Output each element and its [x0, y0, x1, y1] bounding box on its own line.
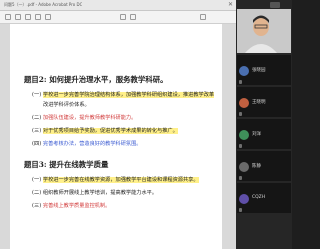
- home-icon[interactable]: [5, 14, 11, 20]
- close-icon[interactable]: ✕: [228, 1, 233, 8]
- participant-tile[interactable]: CQZH: [237, 183, 291, 213]
- list-item: 改进学科评价体系。: [43, 102, 90, 108]
- participant-tile[interactable]: 陈静: [237, 151, 291, 181]
- avatar: [239, 194, 249, 204]
- participant-name: 刘洋: [252, 132, 261, 137]
- mic-icon: [239, 112, 242, 116]
- avatar: [239, 98, 249, 108]
- camera-feed-tile[interactable]: [237, 9, 291, 53]
- search-icon[interactable]: [45, 14, 51, 20]
- mic-icon: [239, 80, 242, 84]
- zoom-icon[interactable]: [200, 14, 206, 20]
- shared-document-window: 问题5（一）.pdf - Adobe Acrobat Pro DC ✕ 题目2:…: [0, 0, 236, 249]
- pdf-window-title: 问题5（一）.pdf - Adobe Acrobat Pro DC: [4, 2, 83, 7]
- list-item: (一) 学校进一步完善学院治理结构体系，加强教学科研组织建设，推进教学改革: [32, 92, 215, 98]
- list-item: (二) 加强队伍建设，提升教师教学科研能力。: [32, 115, 137, 121]
- avatar: [239, 162, 249, 172]
- list-item: (三) 完善线上教学质量监控机制。: [32, 203, 111, 209]
- pdf-page: 题目2: 如何提升治理水平，服务教学科研。 (一) 学校进一步完善学院治理结构体…: [10, 24, 222, 249]
- camera-switch-icon[interactable]: [270, 2, 280, 8]
- list-item: (一) 学校进一步完善在线教学资源，加强教学平台建设和课程资源共享。: [32, 177, 199, 183]
- print-icon[interactable]: [35, 14, 41, 20]
- avatar: [239, 130, 249, 140]
- page-down-icon[interactable]: [130, 14, 136, 20]
- participant-name: CQZH: [252, 195, 266, 200]
- save-icon[interactable]: [25, 14, 31, 20]
- participant-name: 张晓园: [252, 68, 266, 73]
- participant-name: 陈静: [252, 164, 261, 169]
- participant-tile[interactable]: 刘洋: [237, 119, 291, 149]
- heading-topic-3: 题目3: 提升在线教学质量: [24, 160, 109, 169]
- avatar: [239, 66, 249, 76]
- mic-icon: [239, 208, 242, 212]
- participant-tile[interactable]: 王晓明: [237, 87, 291, 117]
- list-item: (三) 对于优秀项目给予奖励，促进优秀学术成果的转化与推广。: [32, 128, 178, 134]
- mic-icon: [239, 144, 242, 148]
- screen: 问题5（一）.pdf - Adobe Acrobat Pro DC ✕ 题目2:…: [0, 0, 292, 249]
- participant-name: 王晓明: [252, 100, 266, 105]
- pdf-toolbar: [0, 11, 236, 24]
- mic-icon: [239, 176, 242, 180]
- person-video-icon: [237, 9, 291, 53]
- pdf-titlebar: 问题5（一）.pdf - Adobe Acrobat Pro DC ✕: [0, 0, 236, 11]
- list-item: (四) 完善考核办法，营造良好的教学科研氛围。: [32, 141, 142, 147]
- list-item: (二) 组织教师开展线上教学培训，提高教学能力水平。: [32, 190, 158, 196]
- page-up-icon[interactable]: [120, 14, 126, 20]
- tools-icon[interactable]: [15, 14, 21, 20]
- participant-tile[interactable]: 张晓园: [237, 55, 291, 85]
- heading-topic-2: 题目2: 如何提升治理水平，服务教学科研。: [24, 75, 168, 84]
